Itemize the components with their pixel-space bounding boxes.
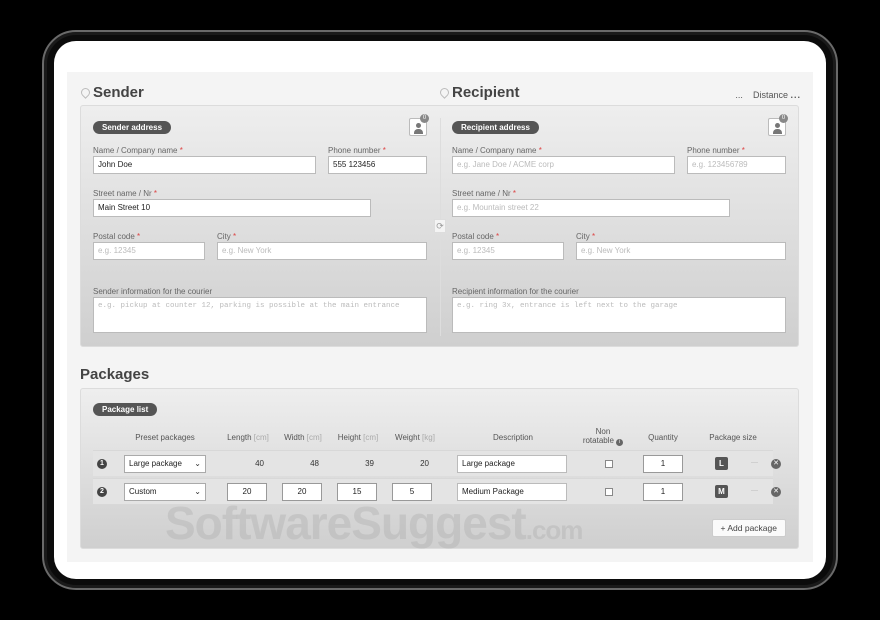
sender-info-label: Sender information for the courier bbox=[93, 287, 213, 296]
recipient-city-label: City * bbox=[576, 232, 596, 241]
sender-address-pill: Sender address bbox=[93, 121, 172, 134]
description-input[interactable]: Large package bbox=[457, 455, 567, 473]
sender-phone-input[interactable]: 555 123456 bbox=[328, 156, 427, 174]
recipient-name-input[interactable]: e.g. Jane Doe / ACME corp bbox=[452, 156, 675, 174]
weight-value: 20 bbox=[420, 459, 429, 468]
header-height: Height [cm] bbox=[337, 433, 379, 442]
add-package-button[interactable]: + Add package bbox=[711, 519, 786, 537]
sender-city-input[interactable]: e.g. New York bbox=[217, 242, 427, 260]
recipient-phone-label: Phone number * bbox=[687, 146, 745, 155]
watermark: SoftwareSuggest.com bbox=[165, 497, 583, 549]
sender-contacts-button[interactable]: 0 bbox=[409, 114, 429, 136]
recipient-street-input[interactable]: e.g. Mountain street 22 bbox=[452, 199, 730, 217]
sender-name-label: Name / Company name * bbox=[93, 146, 183, 155]
recipient-contacts-button[interactable]: 0 bbox=[768, 114, 788, 136]
distance-readout: ... Distance ... bbox=[735, 90, 801, 100]
length-value: 40 bbox=[255, 459, 264, 468]
quantity-input[interactable]: 1 bbox=[643, 455, 683, 473]
header-preset: Preset packages bbox=[135, 433, 195, 442]
contacts-count-badge: 0 bbox=[779, 114, 788, 123]
height-value: 39 bbox=[365, 459, 374, 468]
recipient-title: Recipient bbox=[452, 84, 520, 101]
table-row: 1 Large package ⌄ 40 48 39 20 Large packa… bbox=[93, 450, 781, 476]
non-rotatable-checkbox[interactable] bbox=[605, 460, 613, 468]
address-panel: Sender address 0 Name / Company name * J… bbox=[80, 105, 799, 347]
header-width: Width [cm] bbox=[284, 433, 322, 442]
page: Sender Recipient ... Distance ... Sender… bbox=[67, 72, 813, 562]
location-pin-icon bbox=[438, 86, 451, 99]
recipient-postal-input[interactable]: e.g. 12345 bbox=[452, 242, 564, 260]
recipient-info-label: Recipient information for the courier bbox=[452, 287, 579, 296]
recipient-name-label: Name / Company name * bbox=[452, 146, 542, 155]
row-number: 1 bbox=[97, 459, 107, 469]
sender-name-input[interactable]: John Doe bbox=[93, 156, 316, 174]
sender-phone-label: Phone number * bbox=[328, 146, 386, 155]
recipient-postal-label: Postal code * bbox=[452, 232, 500, 241]
quantity-input[interactable]: 1 bbox=[643, 483, 683, 501]
contacts-count-badge: 0 bbox=[420, 114, 429, 123]
row-number: 2 bbox=[97, 487, 107, 497]
remove-row-icon[interactable]: ✕ bbox=[771, 487, 781, 497]
header-weight: Weight [kg] bbox=[395, 433, 435, 442]
remove-row-icon[interactable]: ✕ bbox=[771, 459, 781, 469]
packages-title: Packages bbox=[80, 366, 150, 383]
package-size-badge: M bbox=[715, 485, 728, 498]
header-non-rotatable: Non rotatable i bbox=[578, 427, 628, 446]
package-size-badge: L bbox=[715, 457, 728, 470]
location-pin-icon bbox=[79, 86, 92, 99]
recipient-street-label: Street name / Nr * bbox=[452, 189, 517, 198]
recipient-city-input[interactable]: e.g. New York bbox=[576, 242, 786, 260]
width-value: 48 bbox=[310, 459, 319, 468]
chevron-down-icon: ⌄ bbox=[194, 459, 201, 468]
preset-select[interactable]: Large package ⌄ bbox=[124, 455, 206, 473]
person-icon bbox=[775, 123, 780, 128]
sender-postal-label: Postal code * bbox=[93, 232, 141, 241]
recipient-info-textarea[interactable]: e.g. ring 3x, entrance is left next to t… bbox=[452, 297, 786, 333]
sender-street-label: Street name / Nr * bbox=[93, 189, 158, 198]
non-rotatable-checkbox[interactable] bbox=[605, 488, 613, 496]
sender-postal-input[interactable]: e.g. 12345 bbox=[93, 242, 205, 260]
recipient-phone-input[interactable]: e.g. 123456789 bbox=[687, 156, 786, 174]
sender-info-textarea[interactable]: e.g. pickup at counter 12, parking is po… bbox=[93, 297, 427, 333]
sender-street-input[interactable]: Main Street 10 bbox=[93, 199, 371, 217]
recipient-address-pill: Recipient address bbox=[452, 121, 539, 134]
swap-addresses-icon[interactable]: ⟳ bbox=[434, 219, 446, 233]
header-quantity: Quantity bbox=[648, 433, 678, 442]
header-package-size: Package size bbox=[709, 433, 757, 442]
info-icon: i bbox=[616, 439, 624, 446]
sender-title: Sender bbox=[93, 84, 144, 101]
header-description: Description bbox=[492, 433, 533, 442]
sender-city-label: City * bbox=[217, 232, 237, 241]
person-icon bbox=[416, 123, 421, 128]
package-list-pill: Package list bbox=[93, 403, 158, 416]
header-length: Length [cm] bbox=[227, 433, 269, 442]
